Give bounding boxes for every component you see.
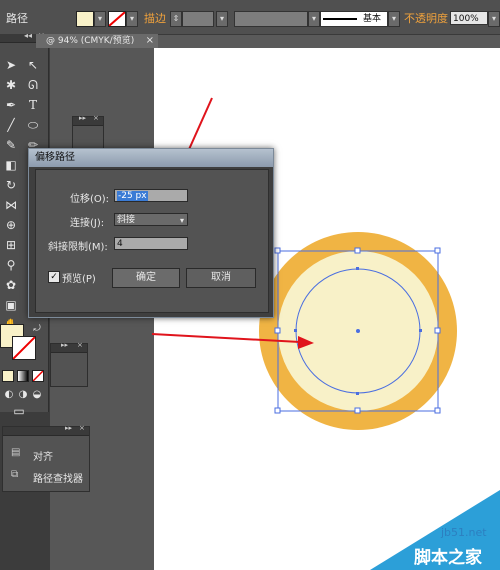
panel-item-label: 对齐 <box>33 452 53 463</box>
expand-icon[interactable]: ▸▸ <box>65 424 72 432</box>
close-icon[interactable]: × <box>79 424 85 432</box>
cancel-button[interactable]: 取消 <box>186 268 256 288</box>
preview-checkbox[interactable]: ✓ <box>48 271 60 283</box>
offset-path-dialog: 偏移路径 位移(O): -25 px 连接(J): 斜接 ▾ 斜接限制(M): … <box>28 148 274 318</box>
panel-header[interactable]: ▸▸ × <box>3 424 89 436</box>
align-icon: ▤ <box>11 447 21 458</box>
join-value: 斜接 <box>117 215 136 225</box>
pathfinder-icon: ⧉ <box>11 469 19 480</box>
panel-item-label: 路径查找器 <box>33 474 83 485</box>
watermark-text: 脚本之家 <box>414 548 482 568</box>
join-select[interactable]: 斜接 ▾ <box>114 213 188 226</box>
miter-label: 斜接限制(M): <box>48 242 108 253</box>
center-point <box>356 329 360 333</box>
dialog-body: 位移(O): -25 px 连接(J): 斜接 ▾ 斜接限制(M): 4 ✓ 预… <box>35 169 269 313</box>
watermark-url: jb51.net <box>441 526 487 539</box>
panel-item-align[interactable]: ▤ 对齐 <box>11 447 91 463</box>
miter-limit-field[interactable]: 4 <box>114 237 188 250</box>
ok-button[interactable]: 确定 <box>112 268 180 288</box>
chevron-down-icon: ▾ <box>179 216 184 225</box>
preview-label: 预览(P) <box>62 274 96 285</box>
offset-value: -25 px <box>117 191 148 201</box>
align-pathfinder-panel: ▸▸ × ▤ 对齐 ⧉ 路径查找器 <box>2 424 91 492</box>
offset-label: 位移(O): <box>70 194 110 205</box>
join-label: 连接(J): <box>70 218 105 229</box>
offset-field[interactable]: -25 px <box>114 189 188 202</box>
panel-item-pathfinder[interactable]: ⧉ 路径查找器 <box>11 469 91 485</box>
dialog-title[interactable]: 偏移路径 <box>29 149 273 167</box>
